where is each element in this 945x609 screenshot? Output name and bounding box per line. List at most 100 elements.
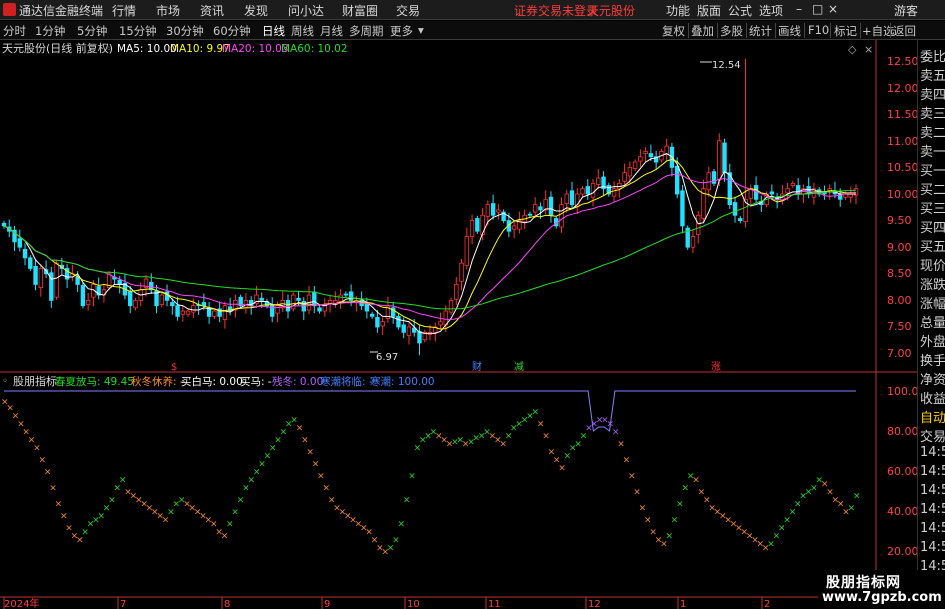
candle-body <box>212 310 217 317</box>
maximize-icon[interactable]: □ <box>812 2 823 16</box>
watermark-title: 股朋指标网 <box>826 575 901 591</box>
indicator-marker: × <box>39 456 47 466</box>
indicator-marker: × <box>633 488 641 498</box>
period-tab-1min[interactable]: 1分钟 <box>35 23 65 39</box>
price-tick: 9.50 <box>887 214 912 227</box>
candle-body <box>580 188 585 195</box>
indicator-marker: × <box>403 496 411 506</box>
indicator-collapse-icon[interactable]: ◦ <box>2 376 8 387</box>
indicator-marker: × <box>323 484 331 494</box>
period-tab-5min[interactable]: 5分钟 <box>77 23 107 39</box>
adjust-button[interactable]: 复权 <box>662 23 685 39</box>
period-tab-timeshare[interactable]: 分时 <box>3 23 26 39</box>
time-axis: 2024年 7 8 9 10 11 12 1 2 <box>3 597 770 609</box>
collapse-icon[interactable]: ◦ <box>106 44 112 55</box>
period-tab-multi[interactable]: 多周期 <box>349 23 384 39</box>
panel-item-bid2[interactable]: 买二 <box>920 179 945 198</box>
panel-item-ask3[interactable]: 卖三 <box>920 103 945 122</box>
menu-item-layout[interactable]: 版面 <box>697 2 721 19</box>
minimize-icon[interactable]: – <box>796 2 802 16</box>
event-mark-reduce[interactable]: 减 <box>514 361 524 373</box>
panel-item-price[interactable]: 现价 <box>920 255 945 274</box>
menu-item-ask[interactable]: 问小达 <box>288 2 324 19</box>
multi-stock-button[interactable]: 多股 <box>720 23 743 39</box>
panel-item-bid4[interactable]: 买四 <box>920 217 945 236</box>
candle-body <box>543 198 548 211</box>
overlay-button[interactable]: 叠加 <box>691 23 714 39</box>
panel-item-change-pct[interactable]: 涨幅 <box>920 293 945 312</box>
chart-area[interactable]: 天元股份(日线 前复权) ◦ MA5: 10.00 MA10: 9.97 MA2… <box>0 40 917 609</box>
candle-body <box>1 222 7 227</box>
indicator-legend-late-winter: 残冬: 0.00 <box>272 375 323 388</box>
login-notice[interactable]: 证券交易未登录 <box>514 2 598 19</box>
period-toolbar: 分时 1分钟 5分钟 15分钟 30分钟 60分钟 日线 周线 月线 多周期 更… <box>0 21 945 40</box>
panel-item-ask5[interactable]: 卖五 <box>920 65 945 84</box>
panel-item-ask1[interactable]: 卖一 <box>920 141 945 160</box>
candle-body <box>317 307 322 312</box>
candle-body <box>364 303 370 312</box>
indicator-marker: × <box>312 460 320 470</box>
draw-line-button[interactable]: 画线 <box>778 23 801 39</box>
indicator-marker: × <box>623 456 631 466</box>
back-button[interactable]: 返回 <box>893 23 916 39</box>
menu-item-discover[interactable]: 发现 <box>244 2 268 19</box>
candle-body <box>622 172 627 182</box>
period-tab-daily[interactable]: 日线 <box>262 23 285 39</box>
panel-item-change[interactable]: 涨跌 <box>920 274 945 293</box>
settings-diamond-icon[interactable]: ◇ <box>848 43 857 56</box>
period-tab-15min[interactable]: 15分钟 <box>119 23 157 39</box>
period-tab-more[interactable]: 更多 <box>390 23 413 39</box>
panel-item-turnover[interactable]: 换手 <box>920 350 945 369</box>
menu-item-trade[interactable]: 交易 <box>396 2 420 19</box>
statistics-button[interactable]: 统计 <box>749 23 772 39</box>
chevron-down-icon[interactable]: ▾ <box>418 23 424 37</box>
panel-item-bid5[interactable]: 买五 <box>920 236 945 255</box>
panel-item-bid3[interactable]: 买三 <box>920 198 945 217</box>
indicator-series: ××××××××××××××××××××××××××××××××××××××××… <box>1 390 861 558</box>
toolbar-divider <box>860 23 861 38</box>
candle-body <box>438 321 443 326</box>
event-mark-dividend[interactable]: $ <box>171 362 177 373</box>
menu-item-quotes[interactable]: 行情 <box>112 2 136 19</box>
period-tab-60min[interactable]: 60分钟 <box>213 23 251 39</box>
mark-button[interactable]: 标记 <box>834 23 857 39</box>
close-icon[interactable]: × <box>828 2 838 16</box>
indicator-tick: 60.00 <box>887 465 917 478</box>
menu-item-options[interactable]: 选项 <box>759 2 783 19</box>
user-label[interactable]: 游客 <box>894 2 918 19</box>
panel-item-net-assets[interactable]: 净资 <box>920 369 945 388</box>
menu-item-function[interactable]: 功能 <box>666 2 690 19</box>
f10-button[interactable]: F10 <box>808 23 829 37</box>
panel-item-earnings[interactable]: 收益 <box>920 388 945 407</box>
candle-body <box>275 305 280 314</box>
candle-body <box>75 276 80 285</box>
menu-item-wealth[interactable]: 财富圈 <box>342 2 378 19</box>
panel-item-bid-ratio[interactable]: 委比 <box>920 46 945 65</box>
panel-item-volume[interactable]: 总量 <box>920 312 945 331</box>
period-tab-weekly[interactable]: 周线 <box>291 23 314 39</box>
indicator-marker: × <box>848 504 856 514</box>
toolbar-divider <box>688 23 689 38</box>
panel-item-ask2[interactable]: 卖二 <box>920 122 945 141</box>
panel-item-ask4[interactable]: 卖四 <box>920 84 945 103</box>
menu-item-formula[interactable]: 公式 <box>728 2 752 19</box>
menu-item-news[interactable]: 资讯 <box>200 2 224 19</box>
event-mark-finance[interactable]: 财 <box>472 360 482 373</box>
panel-item-outer-volume[interactable]: 外盘 <box>920 331 945 350</box>
candle-body <box>564 193 569 204</box>
price-tick: 7.00 <box>887 347 912 360</box>
period-tab-monthly[interactable]: 月线 <box>320 23 343 39</box>
panel-item-bid1[interactable]: 买一 <box>920 160 945 179</box>
event-mark-limit-up[interactable]: 涨 <box>711 361 721 373</box>
candle-body <box>128 291 133 307</box>
indicator-marker: × <box>537 420 545 430</box>
panel-item-auto[interactable]: 自动 <box>920 407 945 426</box>
panel-item-trades[interactable]: 交易 <box>920 426 945 445</box>
period-tab-30min[interactable]: 30分钟 <box>166 23 204 39</box>
candle-body <box>475 218 480 232</box>
price-axis-ticks: 12.50 12.00 11.50 11.00 10.50 10.00 9.50… <box>887 55 917 360</box>
candle-body <box>133 299 138 309</box>
close-pane-icon[interactable]: × <box>864 43 873 56</box>
menu-item-market[interactable]: 市场 <box>156 2 180 19</box>
candle-body <box>17 238 22 248</box>
